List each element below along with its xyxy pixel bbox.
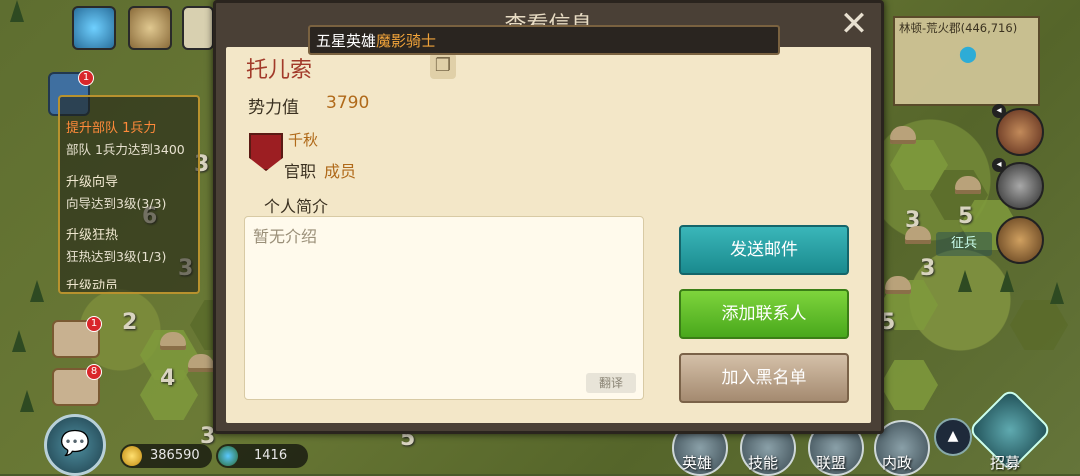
quest-title[interactable]: 升级向导 (66, 171, 118, 190)
translate-button[interactable]: 翻译 (586, 373, 636, 393)
location-pin-icon: ⬤ (959, 44, 977, 63)
map-tile[interactable] (880, 360, 938, 410)
hero-label: 英雄 (682, 454, 713, 472)
announcement-prefix: 五星英雄 (316, 32, 377, 50)
gem-icon (218, 446, 238, 466)
tree-icon (12, 330, 26, 352)
quest-title[interactable]: 升级动员 (66, 275, 118, 289)
crystal-icon[interactable] (72, 6, 116, 50)
gem-value: 1416 (254, 448, 288, 463)
chat-bubble-icon: 💬 (60, 429, 90, 457)
copy-icon[interactable]: ❐ (430, 53, 456, 79)
skill-label: 技能 (748, 454, 779, 472)
mail-badge: 1 (86, 316, 102, 332)
minimap[interactable]: 林顿-荒火郡(446,716) ⬤ (893, 16, 1040, 106)
minimap-location: 林顿-荒火郡(446,716) (899, 21, 1018, 35)
guild-name[interactable]: 千秋 (288, 129, 318, 150)
hero-announcement-bar: 五星英雄魔影骑士 (308, 25, 780, 55)
rank-label: 官职 (284, 162, 317, 181)
dialog-body: 托儿索 ❐ 势力值 3790 千秋 官职 成员 个人简介 暂无介绍 翻译 发送邮… (226, 47, 871, 423)
intro-box: 暂无介绍 翻译 (244, 216, 644, 400)
hero-status-icon: ◂ (992, 104, 1006, 118)
quest-title[interactable]: 提升部队 1兵力 (66, 117, 156, 136)
recruit-label: 招募 (990, 454, 1021, 472)
tree-icon (10, 0, 24, 22)
alliance-label: 联盟 (816, 454, 847, 472)
hut-icon (955, 176, 981, 194)
quest-panel[interactable]: 提升部队 1兵力 部队 1兵力达到3400 升级向导 向导达到3级(3/3) 升… (58, 95, 200, 294)
rank-value: 成员 (324, 162, 357, 181)
tree-icon (20, 390, 34, 412)
hero-status-icon: ◂ (992, 158, 1006, 172)
hut-icon (160, 332, 186, 350)
recruit-troops-tag[interactable]: 征兵 (936, 232, 992, 256)
gold-value: 386590 (150, 448, 200, 463)
intro-text: 暂无介绍 (253, 227, 318, 246)
announcement-highlight: 魔影骑士 (376, 32, 437, 50)
battle-badge: 8 (86, 364, 102, 380)
tile-number: 4 (160, 366, 176, 391)
scroll-icon[interactable] (128, 6, 172, 50)
chat-button[interactable]: 💬 (44, 414, 106, 476)
tile-number: 3 (920, 256, 936, 281)
hut-icon (885, 276, 911, 294)
gold-resource[interactable]: 386590 (120, 444, 212, 468)
expand-up-button[interactable]: ▲ (934, 418, 972, 456)
map-tile[interactable] (1010, 300, 1068, 350)
quest-title[interactable]: 升级狂热 (66, 224, 118, 243)
hut-icon (188, 354, 214, 372)
tree-icon (958, 270, 972, 292)
hero-portrait[interactable] (996, 216, 1044, 264)
hero-portrait[interactable]: ◂ (992, 158, 1044, 210)
send-mail-button[interactable]: 发送邮件 (679, 225, 849, 275)
banner-icon[interactable] (182, 6, 214, 50)
quest-detail: 部队 1兵力达到3400 (66, 142, 185, 157)
mail-icon[interactable]: 1 (52, 316, 102, 358)
gold-coin-icon (122, 446, 142, 466)
add-contact-button[interactable]: 添加联系人 (679, 289, 849, 339)
tile-number: 2 (122, 310, 138, 335)
chevron-up-icon: ▲ (947, 428, 959, 444)
gem-resource[interactable]: 1416 (216, 444, 308, 468)
intro-label: 个人简介 (264, 197, 329, 216)
close-icon[interactable]: ✕ (836, 7, 872, 43)
quest-detail: 狂热达到3级(1/3) (66, 249, 167, 264)
power-label: 势力值 (248, 98, 299, 118)
power-value: 3790 (326, 93, 370, 113)
tile-number: 5 (958, 204, 974, 229)
tree-icon (1050, 282, 1064, 304)
player-name: 托儿索 (246, 58, 313, 83)
tree-icon (1000, 270, 1014, 292)
quest-badge: 1 (78, 70, 94, 86)
tree-icon (30, 280, 44, 302)
blacklist-button[interactable]: 加入黑名单 (679, 353, 849, 403)
guild-shield-icon (249, 133, 283, 171)
hut-icon (905, 226, 931, 244)
hut-icon (890, 126, 916, 144)
battle-report-icon[interactable]: 8 (52, 364, 102, 406)
quest-detail: 向导达到3级(3/3) (66, 196, 167, 211)
announcement-text: 五星英雄魔影骑士 (316, 30, 436, 51)
hero-portrait[interactable]: ◂ (992, 104, 1044, 156)
player-info-dialog: 查看信息 ✕ 托儿索 ❐ 势力值 3790 千秋 官职 成员 个人简介 暂无介绍… (213, 0, 884, 434)
internal-affairs-label: 内政 (882, 454, 913, 472)
